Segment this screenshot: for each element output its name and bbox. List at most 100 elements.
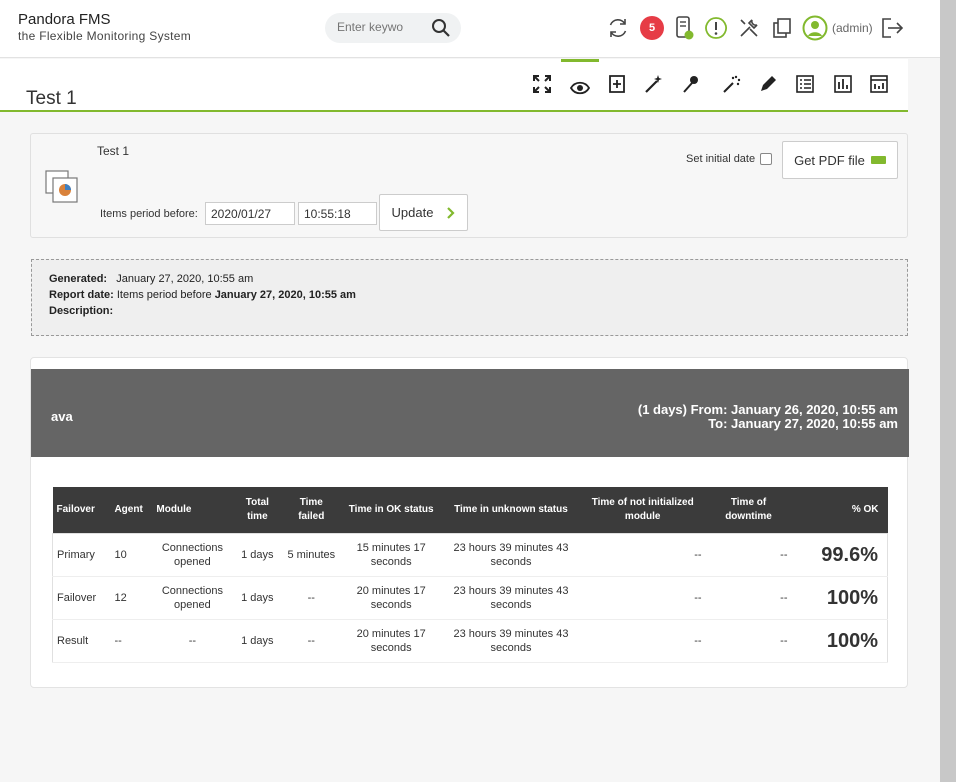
cell-pct-ok: 99.6% xyxy=(821,543,878,566)
logout-icon[interactable] xyxy=(879,14,905,42)
cell-time-failed: 5 minutes xyxy=(287,548,336,561)
time-input[interactable] xyxy=(298,202,377,225)
agent-name: ava xyxy=(51,409,73,424)
cell-total-time: 1 days xyxy=(241,548,274,561)
report-date-prefix: Items period before xyxy=(116,289,212,301)
cell-time-ok: 15 minutes 17 seconds xyxy=(356,541,426,568)
report-date-value: January 27, 2020, 10:55 am xyxy=(214,289,356,301)
cell-time-ok: 20 minutes 17 seconds xyxy=(356,584,426,611)
table-row: Failover 12 Connections opened 1 days --… xyxy=(52,576,888,619)
col-time-notinit: Time of not initialized module xyxy=(579,487,706,533)
cell-time-failed: -- xyxy=(307,591,315,604)
generated-label: Generated: xyxy=(49,273,108,285)
cell-time-unknown: 23 hours 39 minutes 43 seconds xyxy=(453,627,569,654)
col-time-ok: Time in OK status xyxy=(340,487,443,533)
range-to: To: January 27, 2020, 10:55 am xyxy=(708,416,898,431)
copy-icon[interactable] xyxy=(769,14,795,42)
update-button[interactable]: Update xyxy=(379,194,468,231)
cell-time-ok: 20 minutes 17 seconds xyxy=(356,627,426,654)
cell-total-time: 1 days xyxy=(241,591,274,604)
notifications-badge[interactable]: 5 xyxy=(639,14,665,42)
refresh-icon[interactable] xyxy=(605,14,631,42)
cell-module: Connections opened xyxy=(161,541,223,568)
report-panel-header: ava (1 days) From: January 26, 2020, 10:… xyxy=(31,369,909,457)
search-box xyxy=(325,13,461,43)
col-time-downtime: Time of downtime xyxy=(705,487,792,533)
user-avatar-icon[interactable] xyxy=(802,14,828,42)
col-total-time: Total time xyxy=(232,487,283,533)
cell-time-downtime: -- xyxy=(780,548,788,561)
search-icon[interactable] xyxy=(431,18,451,43)
failover-table: Failover Agent Module Total time Time fa… xyxy=(52,487,888,663)
page-title: Test 1 xyxy=(26,88,77,109)
brand-name: Pandora FMS xyxy=(18,11,111,28)
cell-time-notinit: -- xyxy=(694,548,702,561)
col-pct-ok: % OK xyxy=(791,487,888,533)
generated-row: Generated: January 27, 2020, 10:55 am xyxy=(49,273,890,288)
cell-time-downtime: -- xyxy=(780,591,788,604)
report-type-icon xyxy=(45,170,79,209)
brand-tagline: the Flexible Monitoring System xyxy=(18,29,192,43)
eye-icon[interactable] xyxy=(561,59,599,103)
report-date-label: Report date: xyxy=(49,289,114,301)
user-label[interactable]: (admin) xyxy=(832,21,873,35)
cell-total-time: 1 days xyxy=(241,634,274,647)
col-module: Module xyxy=(152,487,233,533)
date-input[interactable] xyxy=(205,202,295,225)
report-controls: Test 1 Items period before: Update Set i… xyxy=(30,133,908,238)
table-header-row: Failover Agent Module Total time Time fa… xyxy=(52,487,888,533)
report-info: Generated: January 27, 2020, 10:55 am Re… xyxy=(31,259,908,336)
table-row: Result -- -- 1 days -- 20 minutes 17 sec… xyxy=(52,619,888,662)
list-items-icon[interactable] xyxy=(792,71,818,97)
add-item-icon[interactable] xyxy=(604,71,630,97)
report-name: Test 1 xyxy=(97,144,130,158)
search-input[interactable] xyxy=(337,20,427,34)
brand[interactable]: Pandora FMS the Flexible Monitoring Syst… xyxy=(18,11,191,43)
initial-date-toggle: Set initial date xyxy=(686,153,773,165)
pin-icon[interactable] xyxy=(678,71,704,97)
generated-value: January 27, 2020, 10:55 am xyxy=(116,273,254,285)
cell-time-notinit: -- xyxy=(694,591,702,604)
chevron-right-icon xyxy=(447,206,456,219)
top-header: Pandora FMS the Flexible Monitoring Syst… xyxy=(0,0,940,58)
initial-date-checkbox[interactable] xyxy=(760,153,773,165)
report-range: (1 days) From: January 26, 2020, 10:55 a… xyxy=(638,403,898,431)
tools-icon[interactable] xyxy=(736,14,762,42)
table-row: Primary 10 Connections opened 1 days 5 m… xyxy=(52,533,888,576)
page-header: Test 1 xyxy=(0,59,908,112)
col-time-unknown: Time in unknown status xyxy=(442,487,580,533)
cell-pct-ok: 100% xyxy=(826,586,878,609)
cell-agent: 10 xyxy=(114,548,127,561)
cell-agent: 12 xyxy=(114,591,127,604)
vertical-scrollbar[interactable] xyxy=(940,0,956,782)
period-label: Items period before: xyxy=(100,208,198,220)
report-icon[interactable] xyxy=(830,71,856,97)
cell-time-unknown: 23 hours 39 minutes 43 seconds xyxy=(453,541,569,568)
col-failover: Failover xyxy=(52,487,111,533)
cell-failover: Primary xyxy=(57,548,95,561)
alert-icon[interactable] xyxy=(703,14,729,42)
report-panel: ava (1 days) From: January 26, 2020, 10:… xyxy=(30,357,909,688)
description-label: Description: xyxy=(49,305,114,317)
sla-wizard-icon[interactable] xyxy=(718,71,744,97)
update-label: Update xyxy=(391,205,434,220)
cell-time-notinit: -- xyxy=(694,634,702,647)
cell-failover: Result xyxy=(57,634,89,647)
fullscreen-icon[interactable] xyxy=(529,71,555,97)
get-pdf-button[interactable]: Get PDF file xyxy=(782,141,898,179)
report-date-row: Report date: Items period before January… xyxy=(49,289,890,304)
pdf-label: Get PDF file xyxy=(794,152,865,168)
range-from: (1 days) From: January 26, 2020, 10:55 a… xyxy=(637,402,898,417)
cell-time-unknown: 23 hours 39 minutes 43 seconds xyxy=(453,584,569,611)
col-time-failed: Time failed xyxy=(282,487,341,533)
pdf-icon xyxy=(870,156,886,164)
wizard-icon[interactable] xyxy=(640,71,666,97)
cell-time-downtime: -- xyxy=(780,634,788,647)
server-status-icon[interactable] xyxy=(671,14,697,42)
col-agent: Agent xyxy=(110,487,153,533)
edit-icon[interactable] xyxy=(755,71,781,97)
cell-module: Connections opened xyxy=(161,584,223,611)
report-advanced-icon[interactable] xyxy=(866,71,892,97)
cell-module: -- xyxy=(188,634,197,647)
cell-failover: Failover xyxy=(57,591,97,604)
